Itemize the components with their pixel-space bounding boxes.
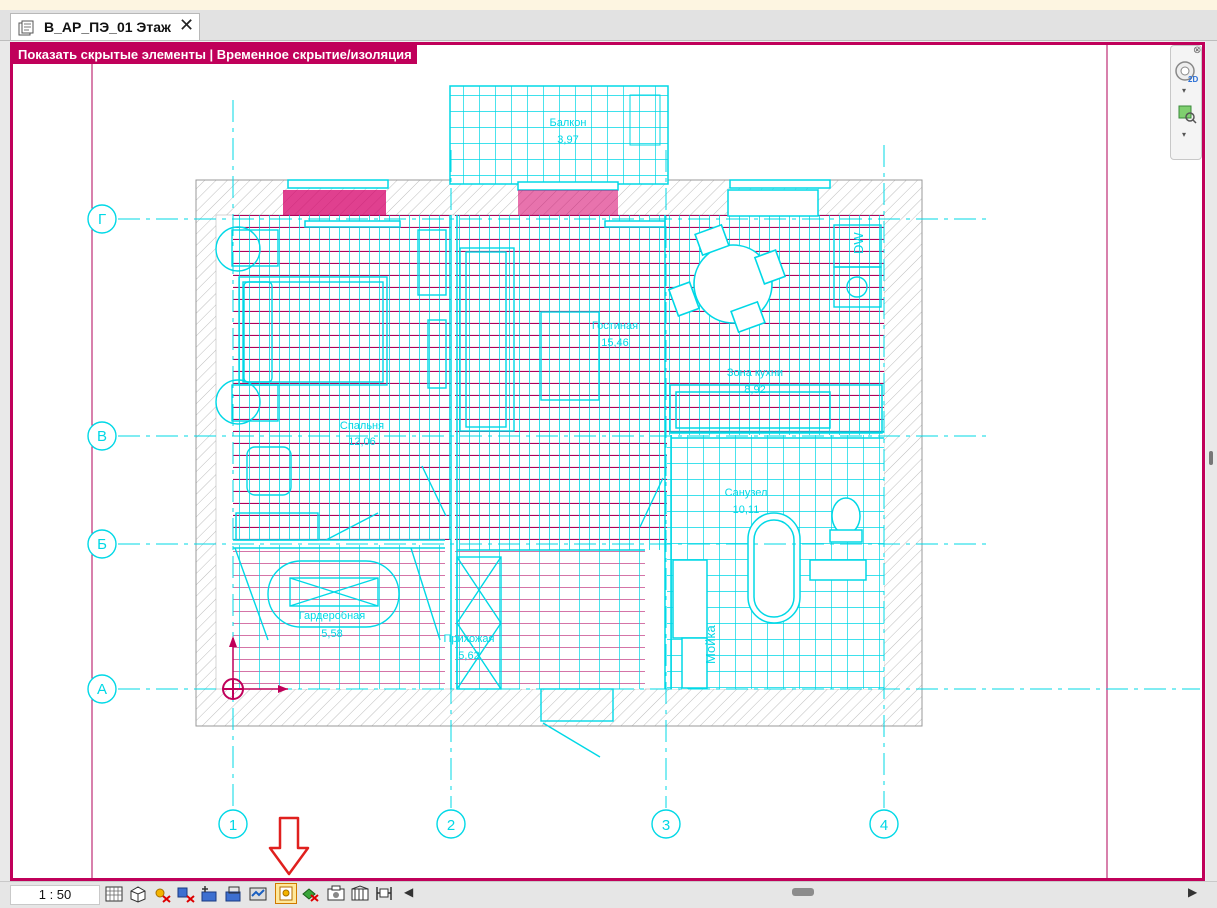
show-crop-icon[interactable]: [224, 884, 244, 903]
room-area: 3,97: [557, 134, 578, 146]
horizontal-scroll-thumb[interactable]: [792, 888, 814, 896]
room-name: Балкон: [550, 117, 587, 129]
detail-level-icon[interactable]: [104, 884, 124, 903]
room-area: 5,62: [458, 650, 479, 662]
temporary-view-properties-icon[interactable]: [326, 884, 346, 903]
chevron-down-icon[interactable]: ▾: [1182, 130, 1186, 139]
left-gutter: [0, 41, 10, 881]
floor-plan-icon: [18, 20, 34, 36]
grid-label-row: А: [97, 681, 107, 698]
hall-floor: [455, 550, 645, 689]
reveal-hidden-icon[interactable]: [300, 884, 320, 903]
dw-label: DW: [851, 232, 866, 254]
tab-bar: В_АР_ПЭ_01 Этаж ✕: [0, 10, 1217, 41]
room-name: Зона кухни: [727, 367, 783, 379]
room-name: Прихожая: [444, 633, 495, 645]
temporary-hide-banner[interactable]: Показать скрытые элементы | Временное ск…: [13, 45, 417, 64]
visual-style-icon[interactable]: [128, 884, 148, 903]
scale-selector[interactable]: 1 : 50: [10, 885, 100, 905]
room-area: 8,92: [744, 384, 765, 396]
grid-label-col: 1: [229, 817, 237, 834]
room-area: 15,46: [601, 337, 629, 349]
close-icon[interactable]: ✕: [179, 15, 194, 36]
close-icon[interactable]: ⊗: [1193, 45, 1201, 56]
scroll-left-icon[interactable]: ◀: [404, 885, 413, 899]
chevron-down-icon[interactable]: ▾: [1182, 86, 1186, 95]
room-area: 5,58: [321, 628, 342, 640]
steering-wheel-icon[interactable]: 2D: [1174, 60, 1198, 84]
grid-label-col: 2: [447, 817, 455, 834]
hide-analytical-icon[interactable]: [350, 884, 370, 903]
unlock-3d-icon[interactable]: [248, 884, 268, 903]
room-name: Гостиная: [592, 320, 638, 332]
tab-title: В_АР_ПЭ_01 Этаж: [44, 19, 171, 35]
room-name: Санузел: [725, 487, 768, 499]
scroll-right-icon[interactable]: ▶: [1188, 885, 1197, 899]
highlight-displacement-icon[interactable]: [374, 884, 394, 903]
red-arrow-annotation-icon: [268, 816, 310, 876]
grid-label-row: В: [97, 428, 107, 445]
room-area: 10,11: [733, 504, 760, 516]
navigation-bar: ⊗ 2D ▾ ▾: [1170, 45, 1202, 160]
tab-floor-plan[interactable]: В_АР_ПЭ_01 Этаж ✕: [10, 13, 200, 40]
scroll-grip-icon[interactable]: [1209, 451, 1213, 465]
room-name: Спальня: [340, 420, 384, 432]
room-area: 12,06: [348, 436, 376, 448]
right-gutter: [1206, 41, 1217, 881]
grid-label-col: 4: [880, 817, 888, 834]
sun-path-icon[interactable]: [152, 884, 172, 903]
svg-text:2D: 2D: [1188, 75, 1198, 84]
grid-label-col: 3: [662, 817, 670, 834]
room-name: Гардеробная: [299, 610, 366, 622]
living-floor: [455, 215, 667, 550]
drawing-viewport[interactable]: DW Мойка Г В Б А 1 2 3 4 Балкон 3,97 Гос…: [10, 42, 1205, 881]
floor-plan-drawing[interactable]: DW Мойка Г В Б А 1 2 3 4 Балкон 3,97 Гос…: [10, 42, 1205, 881]
shadows-icon[interactable]: [176, 884, 196, 903]
zoom-region-icon[interactable]: [1177, 104, 1197, 124]
title-strip: [0, 0, 1217, 10]
sink-label: Мойка: [703, 625, 718, 664]
grid-label-row: Б: [97, 536, 107, 553]
view-control-bar: 1 : 50 ◀ ▶: [0, 881, 1217, 908]
grid-label-row: Г: [98, 211, 106, 228]
temporary-hide-icon[interactable]: [275, 883, 297, 904]
crop-view-icon[interactable]: [200, 884, 220, 903]
